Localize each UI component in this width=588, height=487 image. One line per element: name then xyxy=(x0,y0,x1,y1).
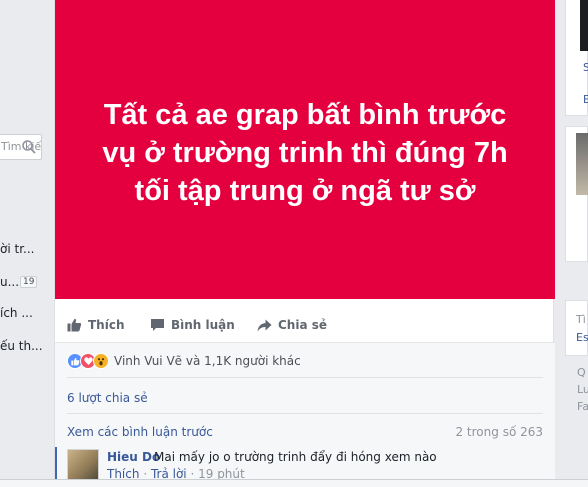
post-action-bar: Thích Bình luận Chia sẻ xyxy=(55,311,555,343)
right-card[interactable] xyxy=(565,126,588,262)
left-sidebar-item[interactable]: u... xyxy=(0,275,19,289)
avatar[interactable] xyxy=(67,449,99,481)
card-text-fragment: S xyxy=(583,61,588,74)
post-text-image[interactable]: Tất cả ae grap bất bình trước vụ ở trườn… xyxy=(55,0,555,299)
reactions-summary[interactable]: Vinh Vui Vẽ và 1,1K người khác xyxy=(67,353,301,369)
card-thumbnail xyxy=(580,0,588,51)
card-text-fragment: E xyxy=(583,93,588,106)
comment-count: 2 trong số 263 xyxy=(455,425,543,439)
left-sidebar-item[interactable]: ời tr... xyxy=(0,242,34,256)
like-label: Thích xyxy=(88,318,125,332)
like-button[interactable]: Thích xyxy=(67,318,125,332)
footer-fragment: Fa xyxy=(577,400,588,413)
comment-icon xyxy=(151,319,164,331)
share-button[interactable]: Chia sẻ xyxy=(257,318,327,332)
footer-fragment: Q xyxy=(577,366,586,379)
shares-link[interactable]: 6 lượt chia sẻ xyxy=(67,391,148,405)
thumbs-up-icon xyxy=(67,318,82,332)
footer-fragment: Lu xyxy=(577,383,588,396)
chat-bar-strip[interactable] xyxy=(0,479,588,487)
right-sidebar: S E Tì Es Q Lu Fa xyxy=(565,0,588,487)
reactions-names: Vinh Vui Vẽ và 1,1K người khác xyxy=(114,354,301,368)
divider xyxy=(67,413,543,414)
wow-reaction-icon xyxy=(93,353,109,369)
card-text-fragment: Tì xyxy=(576,313,586,326)
share-label: Chia sẻ xyxy=(278,318,328,332)
left-sidebar-item[interactable]: ếu th... xyxy=(0,339,43,353)
comment-author[interactable]: Hieu Do xyxy=(107,450,160,464)
post-feedback-area: Vinh Vui Vẽ và 1,1K người khác 6 lượt ch… xyxy=(55,343,555,487)
right-card[interactable]: Tì Es xyxy=(565,300,588,356)
post-image-text: Tất cả ae grap bất bình trước vụ ở trườn… xyxy=(102,98,508,207)
left-search-box[interactable]: Tìm kiế xyxy=(0,134,42,160)
view-previous-comments-link[interactable]: Xem các bình luận trước xyxy=(67,425,213,439)
feed-post: Tất cả ae grap bất bình trước vụ ở trườn… xyxy=(54,0,555,487)
divider xyxy=(67,377,543,378)
card-text-fragment: Es xyxy=(576,331,588,344)
comment-text: Mai mấy jo o trường trinh đẩy đi hóng xe… xyxy=(154,450,437,464)
search-icon[interactable] xyxy=(21,139,37,159)
comment-label: Bình luận xyxy=(171,318,235,332)
comment-button[interactable]: Bình luận xyxy=(150,318,235,332)
right-card[interactable]: S E xyxy=(565,0,588,116)
left-sidebar-item[interactable]: ích ... xyxy=(0,306,33,320)
share-icon xyxy=(257,319,272,331)
card-thumbnail xyxy=(576,133,588,195)
left-sidebar: Tìm kiế ời tr... u... 19 ích ... ếu th..… xyxy=(0,0,44,487)
count-badge: 19 xyxy=(20,276,38,288)
